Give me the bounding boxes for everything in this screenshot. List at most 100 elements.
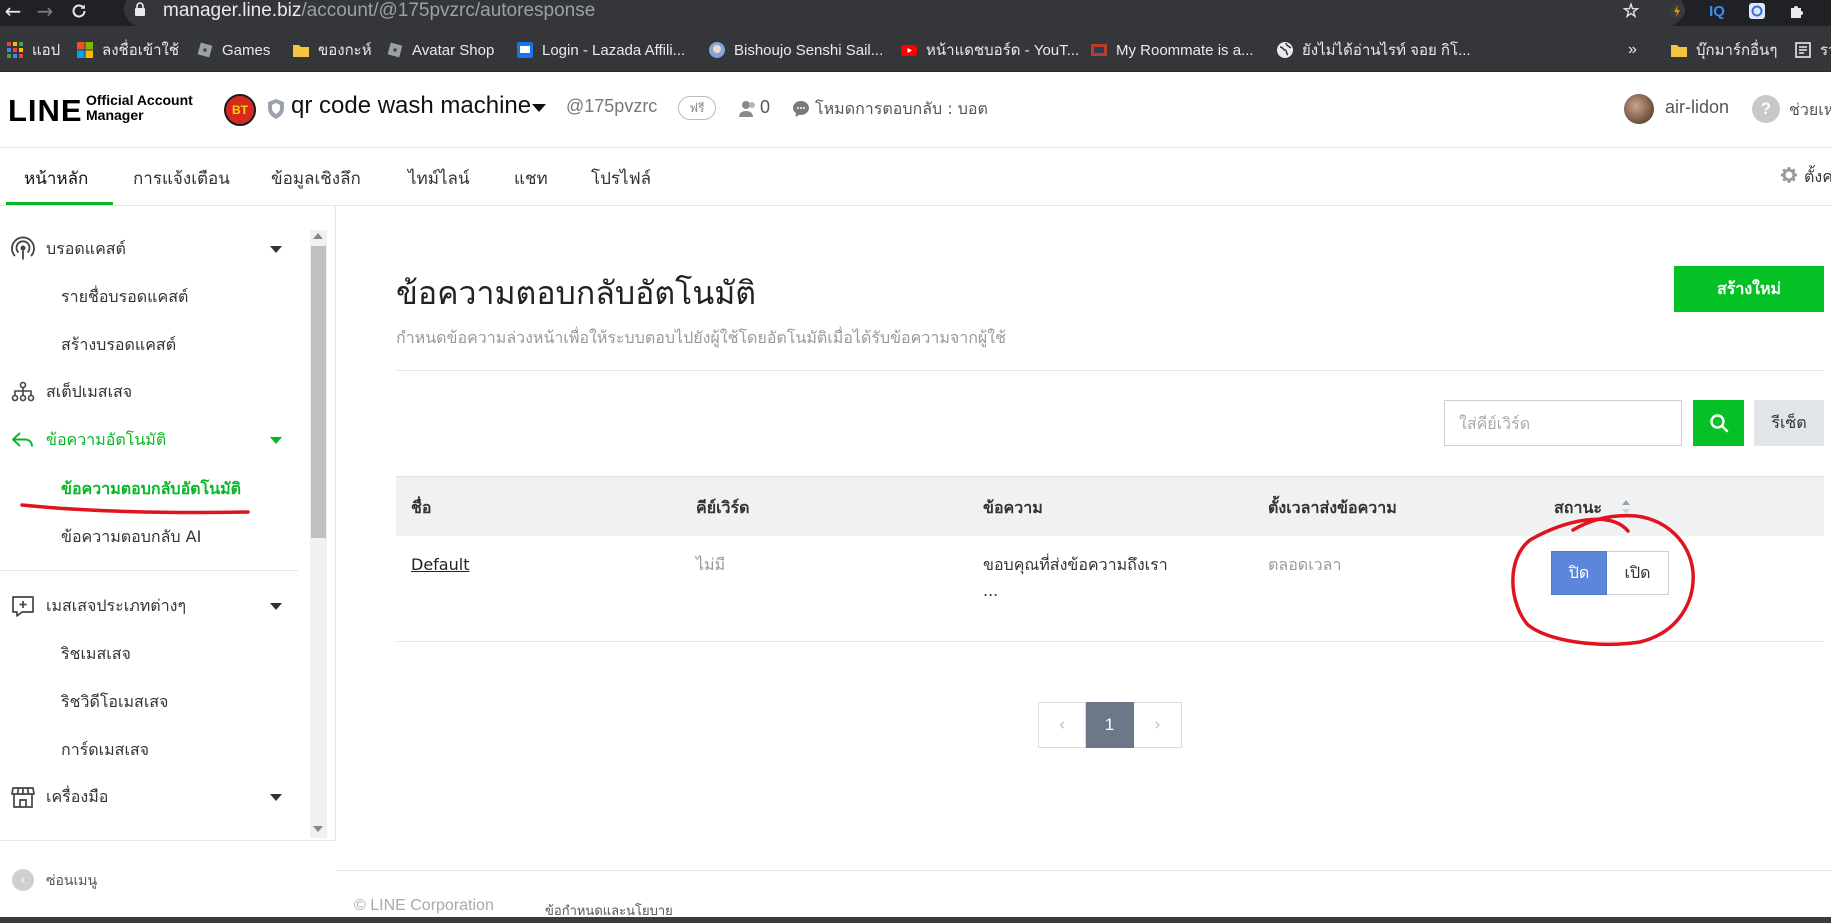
collapse-menu-button[interactable]: ซ่อนเมนู	[46, 870, 97, 892]
reset-button[interactable]: รีเซ็ต	[1754, 400, 1824, 446]
chevron-down-icon[interactable]	[532, 104, 546, 112]
gear-icon[interactable]	[1779, 165, 1799, 185]
lazada-icon	[517, 42, 533, 58]
previous-page-button[interactable]: ‹	[1038, 702, 1086, 748]
column-header-status[interactable]: สถานะ	[1554, 496, 1602, 521]
sidebar-subitem-broadcast-create[interactable]: สร้างบรอดแคสต์	[61, 333, 176, 358]
user-name[interactable]: air-lidon	[1665, 97, 1729, 118]
reload-icon[interactable]	[66, 0, 92, 22]
bookmark-label: Login - Lazada Affili...	[542, 41, 686, 59]
bookmark-label: ยังไม่ได้อ่านไรท์ จอย กิโ...	[1302, 42, 1471, 59]
url-text[interactable]: manager.line.biz/account/@175pvzrc/autor…	[163, 0, 595, 22]
row-message-line-1: ขอบคุณที่ส่งข้อความถึงเรา	[983, 555, 1168, 574]
row-schedule: ตลอดเวลา	[1268, 555, 1342, 574]
table-header: ชื่อ คีย์เวิร์ด ข้อความ ตั้งเวลาส่งข้อคว…	[396, 476, 1824, 536]
page-footer: © LINE Corporation ข้อกำหนดและนโยบาย	[336, 870, 1831, 923]
extension-blue-icon[interactable]	[1744, 0, 1770, 22]
iq-extension-icon[interactable]: IQ	[1704, 0, 1730, 22]
bookmark-label: Bishoujo Senshi Sail...	[734, 41, 884, 59]
reply-mode-status[interactable]: โหมดการตอบกลับ : บอต	[815, 97, 988, 122]
collapse-chevron-icon[interactable]: ‹	[12, 869, 34, 891]
tab-profile[interactable]: โปรไฟล์	[591, 165, 651, 192]
tab-timeline[interactable]: ไทม์ไลน์	[408, 165, 470, 192]
bookmark-games[interactable]: Games	[196, 39, 270, 61]
bookmark-label: Avatar Shop	[412, 41, 495, 59]
sidebar-item-broadcast[interactable]: บรอดแคสต์	[0, 229, 300, 269]
sidebar-item-auto-message[interactable]: ข้อความอัตโนมัติ	[0, 420, 300, 460]
row-message: ขอบคุณที่ส่งข้อความถึงเรา ...	[983, 552, 1168, 604]
create-new-button[interactable]: สร้างใหม่	[1674, 266, 1824, 312]
help-label[interactable]: ช่วยเห	[1789, 98, 1831, 123]
sidebar-label: สเต็ปเมสเสจ	[46, 381, 133, 401]
tab-chat[interactable]: แชท	[514, 165, 548, 192]
bookmark-label: รา	[1820, 42, 1831, 59]
forward-arrow-icon[interactable]: →	[32, 0, 58, 23]
browser-toolbar: ← → manager.line.biz/account/@175pvzrc/a…	[0, 0, 1831, 26]
page-description: กำหนดข้อความล่วงหน้าเพื่อให้ระบบตอบไปยัง…	[396, 328, 1006, 347]
bookmark-lazada[interactable]: Login - Lazada Affili...	[516, 39, 685, 61]
search-button[interactable]	[1693, 400, 1744, 446]
row-name-link[interactable]: Default	[411, 552, 469, 578]
line-logo[interactable]: LINE	[8, 93, 83, 129]
bookmark-folder[interactable]: ของกะห์	[292, 39, 372, 61]
folder-icon	[293, 45, 309, 57]
sidebar-divider	[0, 570, 298, 571]
bookmark-microsoft[interactable]: ลงชื่อเข้าใช้	[76, 39, 179, 61]
sidebar-subitem-auto-reply[interactable]: ข้อความตอบกลับอัตโนมัติ	[61, 477, 241, 502]
friends-count: 0	[760, 97, 771, 117]
scroll-up-arrow-icon[interactable]	[313, 233, 323, 239]
sidebar-subitem-ai-reply[interactable]: ข้อความตอบกลับ AI	[61, 525, 201, 550]
user-avatar[interactable]	[1624, 94, 1654, 124]
back-arrow-icon[interactable]: ←	[0, 0, 26, 23]
bookmark-label: ของกะห์	[318, 42, 372, 59]
keyword-search-input[interactable]	[1444, 400, 1682, 446]
sidebar-item-message-types[interactable]: เมสเสจประเภทต่างๆ	[0, 586, 300, 626]
bookmark-unread[interactable]: ยังไม่ได้อ่านไรท์ จอย กิโ...	[1276, 39, 1471, 61]
sidebar-scrollbar-thumb[interactable]	[311, 246, 326, 538]
bookmark-other[interactable]: บุ๊กมาร์กอื่นๆ	[1670, 39, 1777, 61]
sidebar-subitem-card-message[interactable]: การ์ดเมสเสจ	[61, 738, 149, 763]
account-name[interactable]: qr code wash machine	[291, 92, 531, 120]
tab-home[interactable]: หน้าหลัก	[24, 165, 88, 192]
sidebar-label: ข้อความอัตโนมัติ	[46, 429, 167, 449]
globe-icon	[1277, 42, 1293, 58]
search-icon	[1709, 414, 1728, 433]
bookmark-label: »	[1628, 41, 1637, 58]
help-icon[interactable]: ?	[1752, 95, 1780, 123]
bookmark-sailor[interactable]: Bishoujo Senshi Sail...	[708, 39, 883, 61]
tab-notifications[interactable]: การแจ้งเตือน	[133, 165, 230, 192]
extensions-puzzle-icon[interactable]	[1784, 0, 1810, 22]
account-avatar[interactable]: BT	[224, 94, 256, 126]
tab-insights[interactable]: ข้อมูลเชิงลึก	[271, 165, 361, 192]
bookmark-roommate[interactable]: My Roommate is a...	[1090, 39, 1254, 61]
sidebar-subitem-broadcast-list[interactable]: รายชื่อบรอดแคสต์	[61, 285, 188, 310]
bookmark-avatar-shop[interactable]: Avatar Shop	[386, 39, 494, 61]
page-button-current[interactable]: 1	[1086, 702, 1134, 748]
sidebar: บรอดแคสต์ รายชื่อบรอดแคสต์ สร้างบรอดแคสต…	[0, 206, 336, 923]
bookmarks-overflow-button[interactable]: »	[1628, 39, 1637, 61]
extension-orange-icon[interactable]	[1664, 0, 1690, 22]
main-tabs: หน้าหลัก การแจ้งเตือน ข้อมูลเชิงลึก ไทม์…	[0, 148, 1831, 206]
manga-icon	[1091, 44, 1107, 56]
status-on-button[interactable]: เปิด	[1607, 551, 1669, 595]
bookmark-reading-list[interactable]: รา	[1794, 39, 1831, 61]
app-header: LINE Official Account Manager BT qr code…	[0, 72, 1831, 148]
bookmark-apps[interactable]: แอป	[6, 39, 60, 61]
star-icon[interactable]: ☆	[1618, 0, 1644, 22]
sidebar-item-step-message[interactable]: สเต็ปเมสเสจ	[0, 372, 300, 412]
bookmarks-bar: แอป ลงชื่อเข้าใช้ Games ของกะห์ Avatar S…	[0, 26, 1831, 72]
add-message-icon	[12, 596, 34, 617]
step-tree-icon	[11, 381, 35, 402]
page-title: ข้อความตอบกลับอัตโนมัติ	[396, 274, 757, 312]
bookmark-youtube[interactable]: หน้าแดชบอร์ด - YouT...	[900, 39, 1079, 61]
sidebar-subitem-rich-message[interactable]: ริชเมสเสจ	[61, 642, 131, 667]
sidebar-item-tools[interactable]: เครื่องมือ	[0, 777, 300, 817]
status-off-button[interactable]: ปิด	[1551, 551, 1607, 595]
settings-label[interactable]: ตั้งค	[1804, 165, 1831, 190]
scroll-down-arrow-icon[interactable]	[313, 826, 323, 832]
sidebar-subitem-rich-video[interactable]: ริชวิดีโอเมสเสจ	[61, 690, 168, 715]
next-page-button[interactable]: ›	[1134, 702, 1182, 748]
sort-icon[interactable]	[1621, 499, 1631, 515]
chevron-down-icon	[270, 793, 282, 801]
shield-icon	[268, 99, 284, 119]
